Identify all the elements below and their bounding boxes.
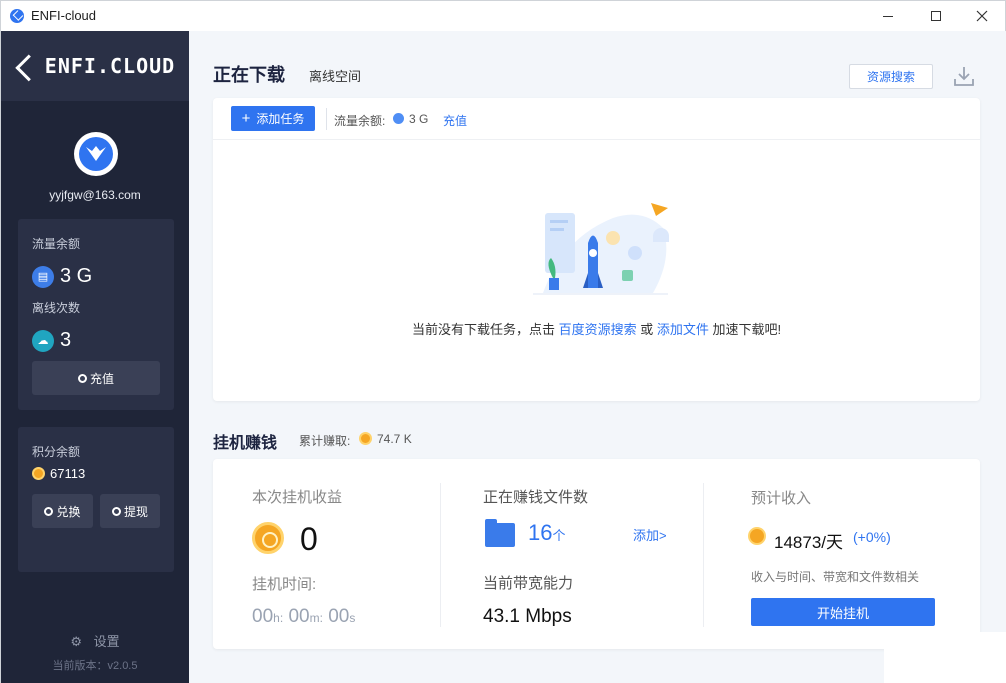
add-file-link[interactable]: 添加文件 [657,322,709,337]
exchange-button[interactable]: 兑换 [32,494,93,528]
start-idle-button[interactable]: 开始挂机 [751,598,935,626]
add-task-button[interactable]: + 添加任务 [231,106,315,131]
plus-icon: + [241,110,251,127]
minimize-icon [883,15,893,17]
brand-logo: ENFI.CLOUD [1,31,189,101]
traffic-card: 流量余额 ▤ 3 G 离线次数 ☁ 3 充值 [18,219,174,410]
earn-panel: 本次挂机收益 0 挂机时间: 00h: 00m: 00s 正在赚钱文件数 16个… [213,459,980,649]
close-button[interactable] [959,1,1005,31]
download-toolbar: + 添加任务 流量余额: 3 G 充值 [213,98,980,140]
earn-coin-icon [359,432,372,445]
earning-files-count: 16个 [528,520,566,545]
download-panel: + 添加任务 流量余额: 3 G 充值 当前没有下载任务，点击 百度资源搜索 或… [213,98,980,401]
download-icon[interactable] [952,64,976,88]
version-label: 当前版本：v2.0.5 [52,660,138,672]
income-change-percent: (+0%) [853,529,891,545]
title-bar: ENFI-cloud [0,0,1006,31]
baidu-search-link[interactable]: 百度资源搜索 [559,322,637,337]
earning-files-label: 正在赚钱文件数 [483,489,589,506]
column-divider [440,483,441,627]
earn-title: 挂机赚钱 [213,435,278,452]
idle-time-label: 挂机时间: [252,576,317,593]
coin-icon [32,467,45,480]
bandwidth-label: 当前带宽能力 [483,575,574,592]
avatar[interactable] [74,132,118,176]
toolbar-traffic-value: 3 G [409,112,429,126]
estimated-income-value: 14873/天 [774,533,843,552]
points-label: 积分余额 [32,445,81,459]
empty-state-rocket-illustration [533,203,669,295]
withdraw-button[interactable]: 提现 [100,494,160,528]
add-earning-file-link[interactable]: 添加> [633,525,667,544]
downloading-title: 正在下载 [213,65,285,85]
session-coin-icon [252,522,284,554]
user-email: yyjfgw@163.com [49,188,141,202]
recharge-button[interactable]: 充值 [32,361,160,395]
session-earnings-label: 本次挂机收益 [252,489,343,506]
exchange-icon [44,506,54,516]
settings-link[interactable]: ⚙ 设置 [1,631,189,650]
earn-total-value: 74.7 K [377,432,412,446]
resource-search-button[interactable]: 资源搜索 [849,64,933,89]
earn-total-label: 累计赚取: [299,434,351,448]
sidebar: ENFI.CLOUD yyjfgw@163.com 流量余额 ▤ 3 G 离线次… [0,31,189,683]
cloud-icon: ☁ [32,329,54,352]
folder-icon [485,519,515,547]
income-coin-icon [748,527,766,545]
withdraw-icon [111,506,121,516]
maximize-icon [931,11,941,21]
income-note: 收入与时间、带宽和文件数相关 [751,570,920,584]
app-logo-icon [10,9,24,23]
recharge-icon [77,373,87,383]
maximize-button[interactable] [913,1,959,31]
traffic-label: 流量余额 [32,237,81,251]
offline-label: 离线次数 [32,301,81,315]
points-value: 67113 [50,466,86,481]
offline-value: 3 [60,329,72,351]
points-card: 积分余额 67113 兑换 提现 [18,427,174,572]
traffic-coin-icon [393,113,404,124]
avatar-bird-icon [79,137,113,171]
offline-space-tab[interactable]: 离线空间 [309,66,361,85]
window-corner [884,632,1006,683]
idle-timer: 00h: 00m: 00s [252,606,356,627]
minimize-button[interactable] [865,1,911,31]
toolbar-divider [326,108,327,130]
estimated-income-label: 预计收入 [751,490,812,507]
empty-state-message: 当前没有下载任务，点击 百度资源搜索 或 添加文件 加速下载吧! [411,322,782,337]
session-earnings-value: 0 [300,521,318,557]
toolbar-traffic-label: 流量余额: [334,114,386,128]
disk-icon: ▤ [32,265,54,288]
close-icon [976,10,988,22]
brand-mark-icon [15,57,37,75]
traffic-value: 3 G [60,265,93,287]
window-title: ENFI-cloud [31,8,97,23]
column-divider [703,483,704,627]
brand-name: ENFI.CLOUD [44,54,176,78]
gear-icon: ⚙ [70,634,82,649]
toolbar-recharge-link[interactable]: 充值 [443,112,467,129]
bandwidth-value: 43.1 Mbps [483,606,572,627]
